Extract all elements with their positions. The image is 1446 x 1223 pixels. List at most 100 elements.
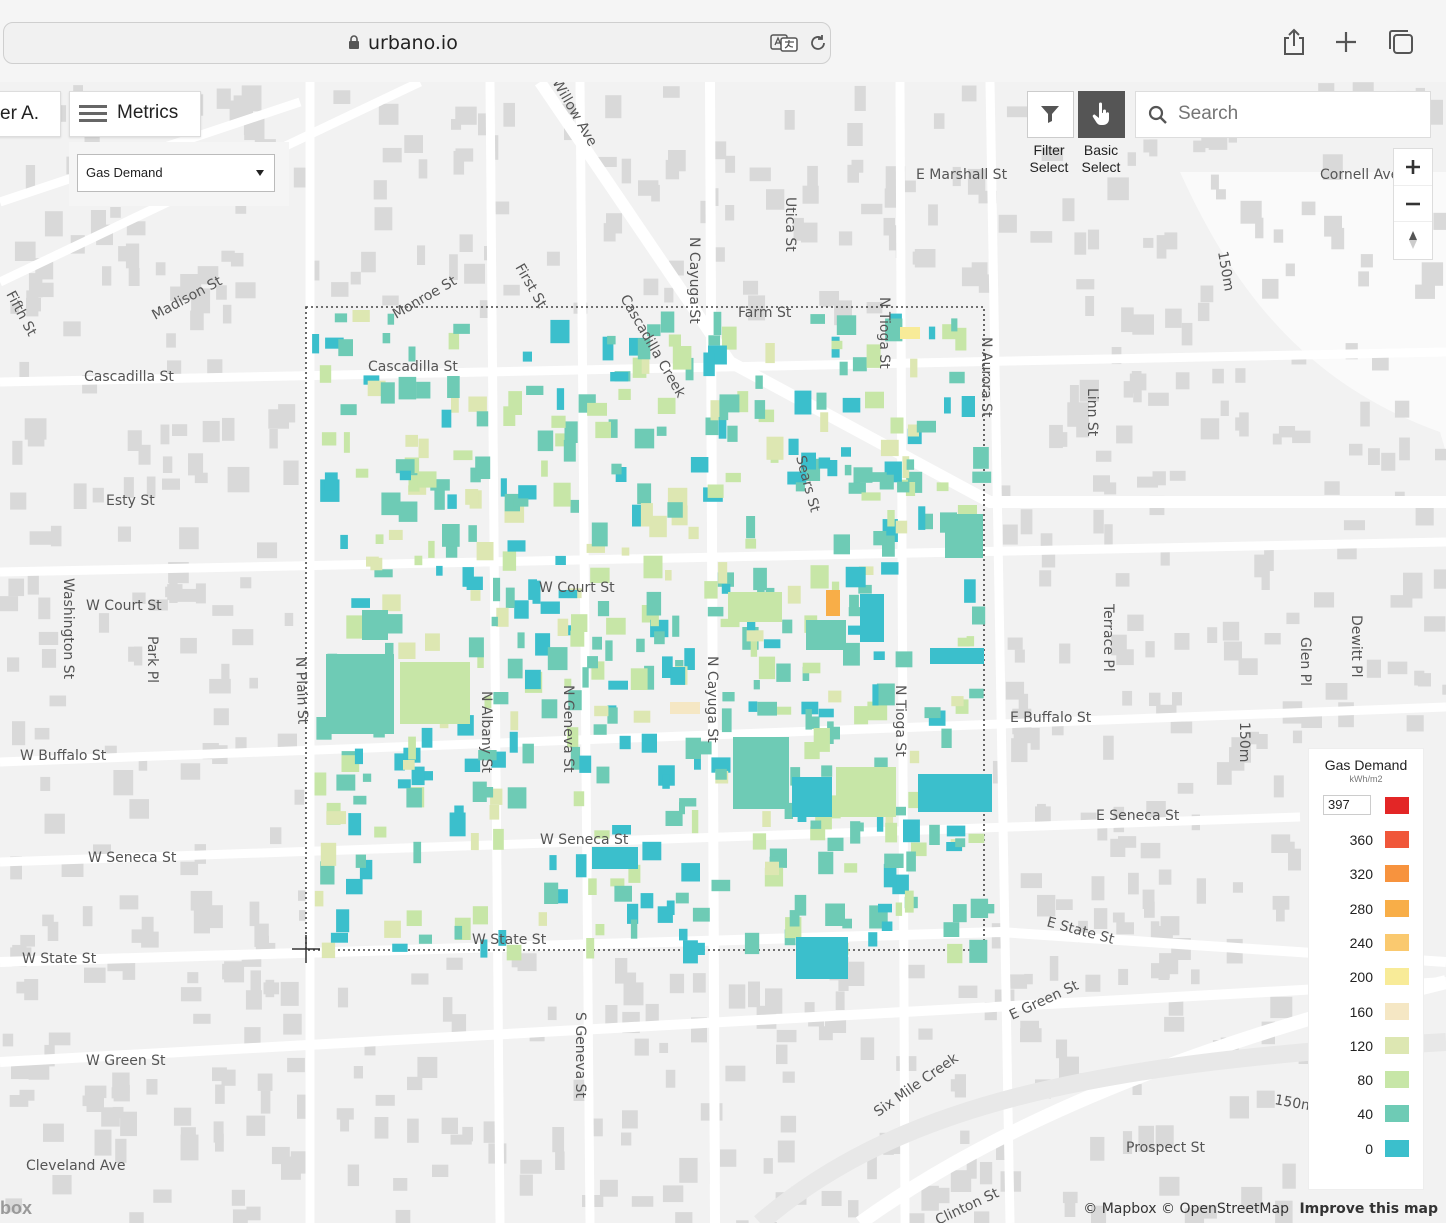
colored-building	[362, 773, 372, 782]
colored-building	[833, 534, 850, 555]
metric-select[interactable]: Gas Demand	[77, 154, 275, 192]
colored-building	[338, 339, 353, 357]
colored-building	[787, 585, 801, 604]
building	[1286, 612, 1300, 625]
colored-building	[386, 614, 403, 634]
colored-building	[476, 411, 489, 427]
user-button[interactable]: er A.	[0, 91, 61, 137]
building	[835, 991, 845, 1010]
building	[1181, 322, 1193, 346]
building	[1282, 1163, 1296, 1189]
legend-max-input[interactable]: 397	[1323, 795, 1371, 815]
street-label: Cornell Ave	[1320, 167, 1399, 183]
legend-swatch	[1385, 1036, 1409, 1054]
colored-building	[802, 662, 821, 674]
colored-building	[563, 439, 576, 462]
colored-building	[595, 924, 605, 936]
colored-building	[916, 420, 936, 433]
metrics-label: Metrics	[117, 102, 179, 123]
colored-building	[475, 456, 491, 479]
colored-building	[493, 828, 504, 850]
share-icon[interactable]	[1279, 27, 1309, 57]
basic-select-button[interactable]	[1078, 91, 1125, 138]
zoom-out-button[interactable]	[1394, 185, 1432, 222]
mapbox-credit[interactable]: © Mapbox	[1083, 1201, 1156, 1217]
colored-building	[727, 425, 738, 442]
colored-building	[330, 932, 348, 943]
legend-value: 160	[1349, 1003, 1373, 1020]
colored-building	[421, 727, 433, 748]
building	[50, 525, 62, 547]
search-input[interactable]	[1176, 98, 1420, 130]
building	[1093, 475, 1110, 492]
colored-building	[865, 391, 884, 409]
colored-building	[766, 436, 784, 460]
colored-building	[607, 335, 616, 345]
building	[128, 646, 141, 662]
building	[187, 972, 199, 984]
colored-building	[355, 468, 369, 478]
improve-map-link[interactable]: Improve this map	[1299, 1201, 1438, 1217]
building	[47, 921, 59, 941]
mapbox-logo: box	[0, 1198, 33, 1218]
building	[615, 958, 628, 984]
street-label: W Seneca St	[540, 832, 629, 848]
building	[1056, 899, 1073, 910]
legend-row: 240	[1309, 932, 1423, 956]
translate-icon[interactable]	[770, 34, 798, 52]
metrics-button[interactable]: Metrics	[69, 91, 201, 137]
building	[1421, 262, 1444, 286]
building	[1160, 552, 1170, 566]
address-bar[interactable]: urbano.io	[3, 22, 831, 64]
building	[41, 649, 57, 668]
building	[822, 293, 832, 307]
building	[63, 321, 81, 337]
building	[960, 1130, 970, 1144]
search-box[interactable]	[1135, 91, 1431, 138]
building	[11, 1065, 33, 1080]
osm-credit[interactable]: © OpenStreetMap	[1161, 1201, 1289, 1217]
building	[821, 1190, 842, 1206]
building	[213, 1121, 224, 1143]
tabs-overview-icon[interactable]	[1386, 27, 1416, 57]
building	[1301, 201, 1316, 216]
filter-select-button[interactable]	[1027, 91, 1074, 138]
colored-building	[941, 728, 952, 748]
legend-value: 0	[1365, 1140, 1373, 1157]
building	[162, 456, 173, 473]
map-svg[interactable]: Fifth St Madison St Monroe St First StCasca…	[0, 82, 1446, 1223]
building	[748, 981, 760, 1008]
building	[725, 1065, 746, 1082]
building	[294, 789, 305, 805]
building	[231, 1189, 245, 1206]
zoom-in-button[interactable]	[1394, 149, 1432, 185]
colored-building	[880, 439, 899, 457]
building	[43, 1123, 64, 1142]
colored-building	[442, 524, 460, 547]
building	[12, 721, 26, 746]
colored-building	[657, 906, 673, 923]
colored-building	[326, 811, 346, 825]
building	[1415, 284, 1435, 299]
search-icon	[1148, 105, 1167, 124]
building	[257, 1073, 273, 1091]
colored-building	[827, 837, 844, 851]
building	[44, 813, 65, 834]
legend-value: 280	[1349, 900, 1373, 917]
reload-icon[interactable]	[808, 33, 828, 53]
colored-building	[670, 667, 686, 685]
building	[1343, 520, 1365, 531]
compass-button[interactable]	[1394, 221, 1432, 258]
building	[1172, 692, 1182, 706]
colored-building	[813, 728, 830, 752]
building	[393, 1178, 408, 1191]
colored-building	[961, 396, 975, 417]
building	[1128, 872, 1139, 895]
building	[194, 472, 208, 484]
map-canvas[interactable]: Fifth St Madison St Monroe St First St Casca…	[0, 82, 1446, 1223]
colored-building	[955, 838, 966, 848]
colored-building	[491, 616, 498, 627]
new-tab-icon[interactable]	[1331, 27, 1361, 57]
street-label: N Plain St	[292, 657, 310, 725]
colored-building	[782, 619, 793, 634]
